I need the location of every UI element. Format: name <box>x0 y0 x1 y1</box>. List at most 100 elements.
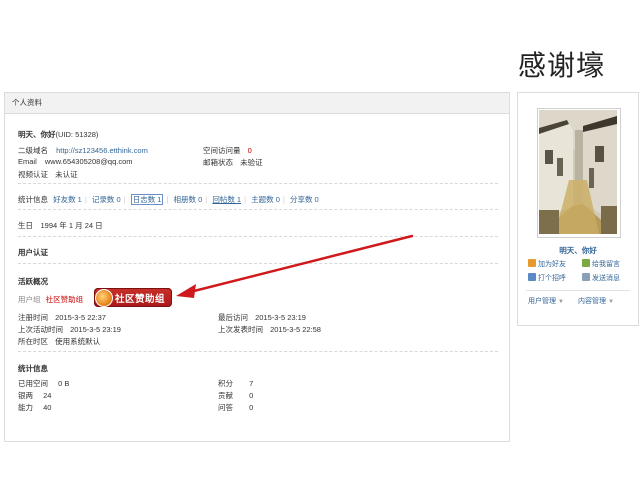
chevron-down-icon: ▼ <box>608 299 614 305</box>
email-value: www.654305208@qq.com <box>44 157 133 166</box>
space-visits-row: 空间访问量 0 <box>203 145 252 156</box>
video-auth-row: 视频认证 未认证 <box>18 169 78 180</box>
last-active-value: 2015-3-5 23:19 <box>70 325 121 334</box>
mail-status-label: 邮箱状态 <box>203 158 233 167</box>
divider <box>18 209 498 210</box>
stats-label: 统计信息 <box>18 195 48 204</box>
domain-link[interactable]: http://sz123456.etthink.com <box>56 146 148 155</box>
profile-panel: 个人资料 明天、你好(UID: 51328) 二级域名 http://sz123… <box>4 92 510 442</box>
divider <box>18 236 498 237</box>
contrib-label: 贡献 <box>218 391 233 400</box>
stat-topics[interactable]: 主题数 0 <box>251 195 280 204</box>
reg-time-row: 注册时间 2015-3-5 22:37 <box>18 312 106 323</box>
message-icon <box>582 273 590 281</box>
question-value: 0 <box>249 403 254 412</box>
last-post-row: 上次发表时间 2015-3-5 22:58 <box>218 324 321 335</box>
panel-header: 个人资料 <box>5 93 509 114</box>
timezone-row: 所在时区 使用系统默认 <box>18 336 100 347</box>
say-hello-link[interactable]: 打个招呼 <box>528 273 566 283</box>
contrib-row: 贡献 0 <box>218 390 253 401</box>
user-group-row: 用户组 社区赞助组 <box>18 294 83 305</box>
add-friend-icon <box>528 259 536 267</box>
space-visits-label: 空间访问量 <box>203 146 241 155</box>
sidebar-divider <box>526 290 630 291</box>
last-visit-label: 最后访问 <box>218 313 248 322</box>
stat-replies[interactable]: 回帖数 1 <box>212 195 241 204</box>
last-active-label: 上次活动时间 <box>18 325 63 334</box>
last-post-value: 2015-3-5 22:58 <box>270 325 321 334</box>
email-row: Email www.654305208@qq.com <box>18 157 133 166</box>
last-visit-value: 2015-3-5 23:19 <box>255 313 306 322</box>
stat-shares[interactable]: 分享数 0 <box>290 195 319 204</box>
user-group-link[interactable]: 社区赞助组 <box>46 295 84 304</box>
username: 明天、你好 <box>18 130 56 139</box>
content-manage-menu[interactable]: 内容管理 ▼ <box>578 296 614 306</box>
reg-time-value: 2015-3-5 22:37 <box>55 313 106 322</box>
silver-value: 24 <box>43 391 52 400</box>
pencil-icon <box>582 259 590 267</box>
stats-row: 统计信息 好友数 1 | 记录数 0 | 日志数 1 | 相册数 0 | 回帖数 1 | … <box>18 194 319 205</box>
question-row: 问答 0 <box>218 402 253 413</box>
points-value: 7 <box>249 379 254 388</box>
stat-blogs[interactable]: 日志数 1 <box>130 194 164 205</box>
stat-friends[interactable]: 好友数 1 <box>53 195 82 204</box>
used-space-label: 已用空间 <box>18 379 48 388</box>
sidebar-username[interactable]: 明天、你好 <box>518 245 638 256</box>
question-label: 问答 <box>218 403 233 412</box>
send-message-label: 发送消息 <box>592 275 620 282</box>
active-title: 活跃概况 <box>18 277 48 286</box>
add-friend-label: 加为好友 <box>538 261 566 268</box>
divider <box>18 183 498 184</box>
say-hello-label: 打个招呼 <box>538 275 566 282</box>
domain-row: 二级域名 http://sz123456.etthink.com <box>18 145 148 156</box>
send-message-link[interactable]: 发送消息 <box>582 273 620 283</box>
last-active-row: 上次活动时间 2015-3-5 23:19 <box>18 324 121 335</box>
used-space-value: 0 B <box>58 379 70 388</box>
user-auth-title: 用户认证 <box>18 248 48 257</box>
points-label: 积分 <box>218 379 233 388</box>
avatar-painting <box>539 110 617 234</box>
ability-value: 40 <box>43 403 52 412</box>
mail-status-value: 未验证 <box>240 158 263 167</box>
stats-info-title: 统计信息 <box>18 364 48 373</box>
points-row: 积分 7 <box>218 378 253 389</box>
user-group-label: 用户组 <box>18 295 41 304</box>
video-auth-label: 视频认证 <box>18 170 48 179</box>
domain-label: 二级域名 <box>18 146 48 155</box>
add-friend-link[interactable]: 加为好友 <box>528 259 566 269</box>
divider <box>18 263 498 264</box>
profile-sidebar: 明天、你好 加为好友 给我留言 打个招呼 发送消息 用户管理 ▼ 内容管理 ▼ <box>517 92 639 326</box>
used-space-row: 已用空间 0 B <box>18 378 69 389</box>
timezone-value: 使用系统默认 <box>55 337 101 346</box>
space-visits-value: 0 <box>247 146 252 155</box>
contrib-value: 0 <box>249 391 254 400</box>
divider <box>18 351 498 352</box>
mail-status-row: 邮箱状态 未验证 <box>203 157 263 168</box>
stat-records[interactable]: 记录数 0 <box>92 195 121 204</box>
chevron-down-icon: ▼ <box>558 299 564 305</box>
last-post-label: 上次发表时间 <box>218 325 263 334</box>
ability-row: 能力 40 <box>18 402 51 413</box>
email-label: Email <box>18 157 37 166</box>
user-manage-label: 用户管理 <box>528 298 556 305</box>
leave-message-label: 给我留言 <box>592 261 620 268</box>
silver-row: 银两 24 <box>18 390 51 401</box>
sponsor-badge: 社区赞助组 <box>94 288 172 307</box>
username-line: 明天、你好(UID: 51328) <box>18 129 98 140</box>
badge-emblem-icon <box>95 289 113 307</box>
silver-label: 银两 <box>18 391 33 400</box>
ability-label: 能力 <box>18 403 33 412</box>
last-visit-row: 最后访问 2015-3-5 23:19 <box>218 312 306 323</box>
avatar[interactable] <box>537 108 621 238</box>
hello-icon <box>528 273 536 281</box>
user-manage-menu[interactable]: 用户管理 ▼ <box>528 296 564 306</box>
stat-albums[interactable]: 相册数 0 <box>174 195 203 204</box>
reg-time-label: 注册时间 <box>18 313 48 322</box>
timezone-label: 所在时区 <box>18 337 48 346</box>
birthday: 生日 1994 年 1 月 24 日 <box>18 221 103 230</box>
badge-text: 社区赞助组 <box>115 294 166 305</box>
video-auth-value: 未认证 <box>55 170 78 179</box>
content-manage-label: 内容管理 <box>578 298 606 305</box>
leave-message-link[interactable]: 给我留言 <box>582 259 620 269</box>
uid: (UID: 51328) <box>55 130 99 139</box>
